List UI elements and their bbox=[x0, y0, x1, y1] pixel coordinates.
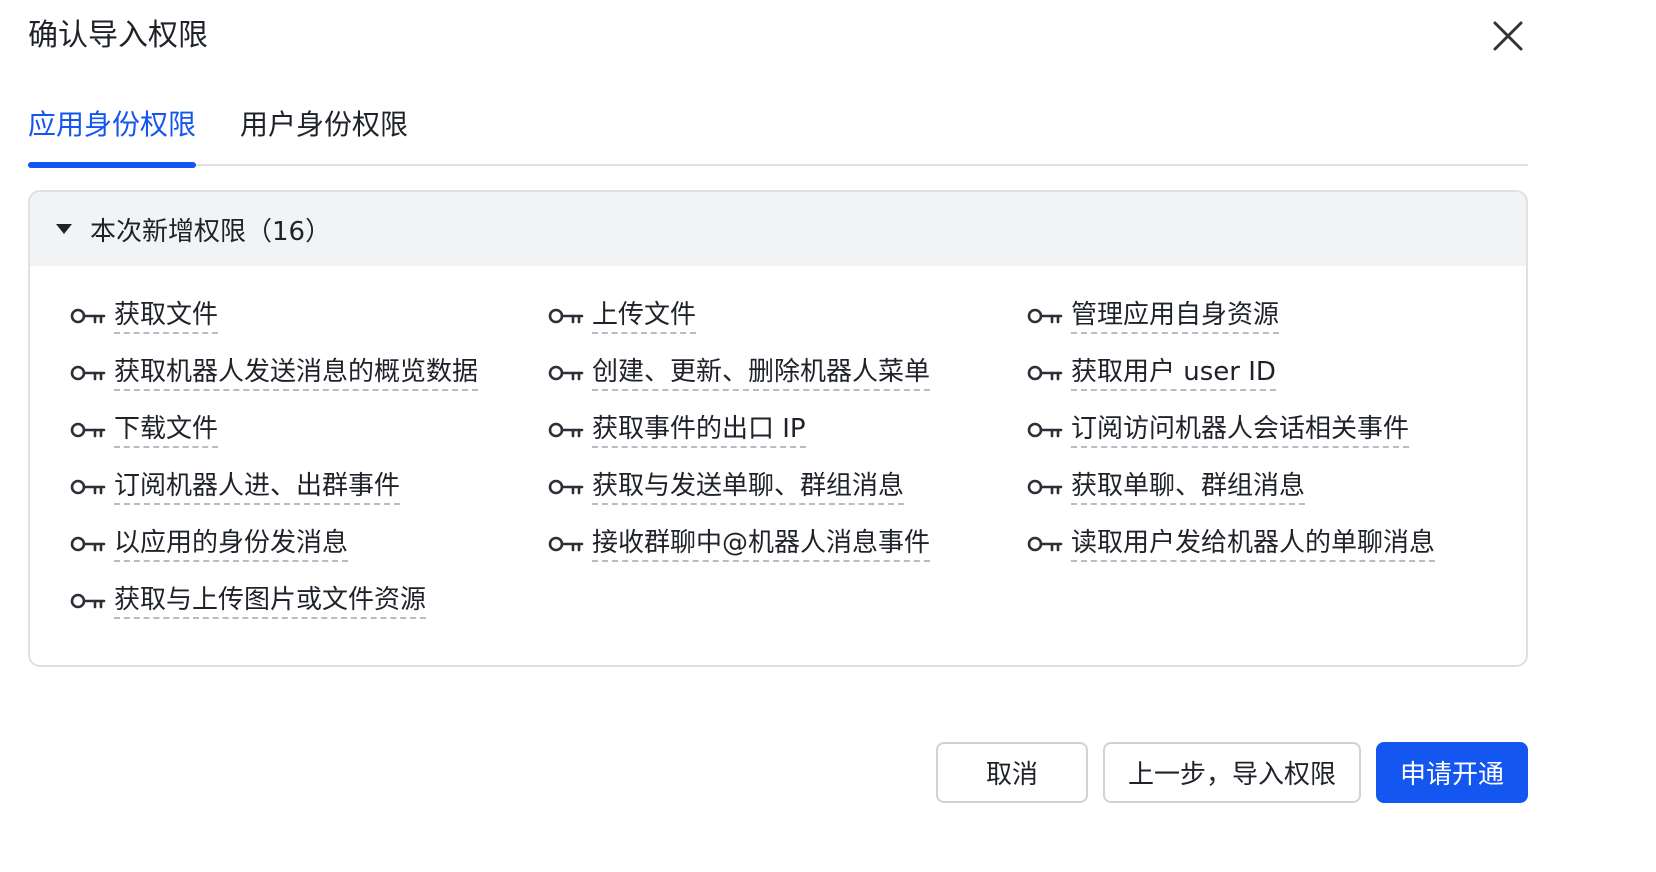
permission-item[interactable]: 获取单聊、群组消息 bbox=[1027, 467, 1306, 507]
permission-label: 下载文件 bbox=[114, 412, 219, 448]
permission-item[interactable]: 读取用户发给机器人的单聊消息 bbox=[1027, 524, 1436, 564]
permission-item[interactable]: 管理应用自身资源 bbox=[1027, 296, 1280, 336]
key-icon bbox=[1027, 479, 1063, 495]
permission-label: 以应用的身份发消息 bbox=[114, 526, 349, 562]
permission-item[interactable]: 下载文件 bbox=[70, 410, 219, 450]
permission-label: 获取机器人发送消息的概览数据 bbox=[114, 355, 479, 391]
permission-label: 获取事件的出口 IP bbox=[592, 412, 806, 448]
permission-label: 订阅访问机器人会话相关事件 bbox=[1071, 412, 1410, 448]
back-import-button[interactable]: 上一步，导入权限 bbox=[1103, 742, 1361, 803]
permission-label: 获取与上传图片或文件资源 bbox=[114, 583, 427, 619]
permissions-panel: 本次新增权限（16） 获取文件获取机器人发送消息的概览数据 下载文件订阅机器人进、… bbox=[28, 190, 1528, 667]
permission-item[interactable]: 获取与上传图片或文件资源 bbox=[70, 581, 427, 621]
permission-label: 获取文件 bbox=[114, 298, 219, 334]
apply-button[interactable]: 申请开通 bbox=[1376, 742, 1528, 803]
cancel-button[interactable]: 取消 bbox=[936, 742, 1088, 803]
permission-label: 订阅机器人进、出群事件 bbox=[114, 469, 401, 505]
panel-title: 本次新增权限（16） bbox=[90, 216, 332, 247]
key-icon bbox=[70, 536, 106, 552]
permission-item[interactable]: 获取机器人发送消息的概览数据 bbox=[70, 353, 479, 393]
key-icon bbox=[1027, 308, 1063, 324]
key-icon bbox=[70, 308, 106, 324]
key-icon bbox=[1027, 536, 1063, 552]
caret-down-icon bbox=[56, 224, 72, 234]
dialog-title: 确认导入权限 bbox=[28, 18, 208, 53]
permission-item[interactable]: 以应用的身份发消息 bbox=[70, 524, 349, 564]
key-icon bbox=[548, 308, 584, 324]
permission-label: 获取用户 user ID bbox=[1071, 355, 1276, 391]
permission-label: 接收群聊中@机器人消息事件 bbox=[592, 526, 931, 562]
key-icon bbox=[548, 536, 584, 552]
key-icon bbox=[70, 593, 106, 609]
key-icon bbox=[70, 365, 106, 381]
key-icon bbox=[548, 365, 584, 381]
permission-item[interactable]: 获取事件的出口 IP bbox=[548, 410, 806, 450]
permission-item[interactable]: 获取与发送单聊、群组消息 bbox=[548, 467, 905, 507]
tab-app-identity[interactable]: 应用身份权限 bbox=[28, 100, 197, 168]
key-icon bbox=[548, 479, 584, 495]
key-icon bbox=[70, 479, 106, 495]
key-icon bbox=[1027, 422, 1063, 438]
permission-item[interactable]: 获取文件 bbox=[70, 296, 219, 336]
key-icon bbox=[1027, 365, 1063, 381]
permission-item[interactable]: 创建、更新、删除机器人菜单 bbox=[548, 353, 931, 393]
tab-user-identity[interactable]: 用户身份权限 bbox=[240, 100, 408, 166]
close-icon bbox=[1493, 21, 1523, 51]
tab-bar: 应用身份权限 用户身份权限 bbox=[28, 100, 1528, 168]
permission-label: 上传文件 bbox=[592, 298, 697, 334]
key-icon bbox=[548, 422, 584, 438]
close-button[interactable] bbox=[1486, 14, 1530, 58]
permission-item[interactable]: 上传文件 bbox=[548, 296, 697, 336]
permission-label: 获取单聊、群组消息 bbox=[1071, 469, 1306, 505]
key-icon bbox=[70, 422, 106, 438]
permission-label: 创建、更新、删除机器人菜单 bbox=[592, 355, 931, 391]
panel-header[interactable]: 本次新增权限（16） bbox=[30, 192, 1526, 266]
permission-item[interactable]: 订阅访问机器人会话相关事件 bbox=[1027, 410, 1410, 450]
permission-item[interactable]: 订阅机器人进、出群事件 bbox=[70, 467, 401, 507]
permission-label: 获取与发送单聊、群组消息 bbox=[592, 469, 905, 505]
permission-item[interactable]: 接收群聊中@机器人消息事件 bbox=[548, 524, 931, 564]
permission-label: 读取用户发给机器人的单聊消息 bbox=[1071, 526, 1436, 562]
permission-item[interactable]: 获取用户 user ID bbox=[1027, 353, 1276, 393]
permission-label: 管理应用自身资源 bbox=[1071, 298, 1280, 334]
